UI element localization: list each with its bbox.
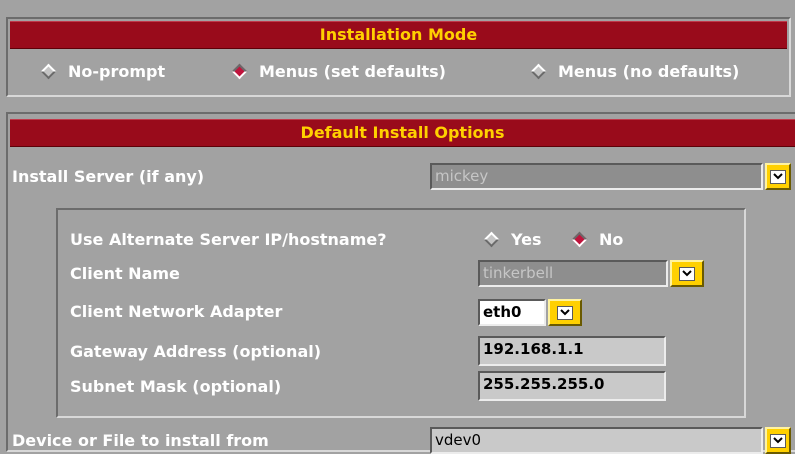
mode-menus-no-defaults-radio[interactable]: Menus (no defaults) <box>530 62 739 81</box>
alternate-server-label: Use Alternate Server IP/hostname? <box>70 230 387 249</box>
chevron-down-icon <box>770 169 786 184</box>
radio-unselected-icon <box>40 63 57 80</box>
device-label: Device or File to install from <box>12 431 269 450</box>
install-server-label: Install Server (if any) <box>12 167 205 186</box>
client-name-label: Client Name <box>70 264 180 283</box>
alternate-server-yes-radio[interactable]: Yes <box>483 230 542 249</box>
chevron-down-icon <box>770 433 786 448</box>
alternate-server-no-radio[interactable]: No <box>571 230 623 249</box>
installation-mode-title: Installation Mode <box>10 21 787 49</box>
client-adapter-label: Client Network Adapter <box>70 302 283 321</box>
radio-unselected-icon <box>530 63 547 80</box>
client-adapter-dropdown-button[interactable] <box>548 299 582 326</box>
default-install-options-title: Default Install Options <box>10 119 795 147</box>
install-server-dropdown-button[interactable] <box>765 163 791 190</box>
radio-selected-icon <box>571 231 588 248</box>
mode-menus-set-defaults-radio[interactable]: Menus (set defaults) <box>231 62 446 81</box>
gateway-field[interactable]: 192.168.1.1 <box>478 336 666 366</box>
client-name-dropdown-button[interactable] <box>670 260 704 287</box>
chevron-down-icon <box>679 266 695 281</box>
radio-selected-icon <box>231 63 248 80</box>
subnet-field[interactable]: 255.255.255.0 <box>478 371 666 401</box>
chevron-down-icon <box>557 305 573 320</box>
alternate-server-yes-label: Yes <box>511 230 542 249</box>
install-server-field[interactable]: mickey <box>430 163 763 190</box>
alternate-server-no-label: No <box>599 230 624 249</box>
mode-menus-no-defaults-label: Menus (no defaults) <box>558 62 740 81</box>
mode-menus-set-defaults-label: Menus (set defaults) <box>259 62 446 81</box>
mode-no-prompt-label: No-prompt <box>68 62 166 81</box>
device-field[interactable]: vdev0 <box>430 427 763 454</box>
gateway-label: Gateway Address (optional) <box>70 342 322 361</box>
subnet-label: Subnet Mask (optional) <box>70 377 282 396</box>
client-name-field[interactable]: tinkerbell <box>478 260 668 287</box>
client-adapter-field[interactable]: eth0 <box>478 299 546 326</box>
mode-no-prompt-radio[interactable]: No-prompt <box>40 62 165 81</box>
radio-unselected-icon <box>483 231 500 248</box>
device-dropdown-button[interactable] <box>765 427 791 454</box>
